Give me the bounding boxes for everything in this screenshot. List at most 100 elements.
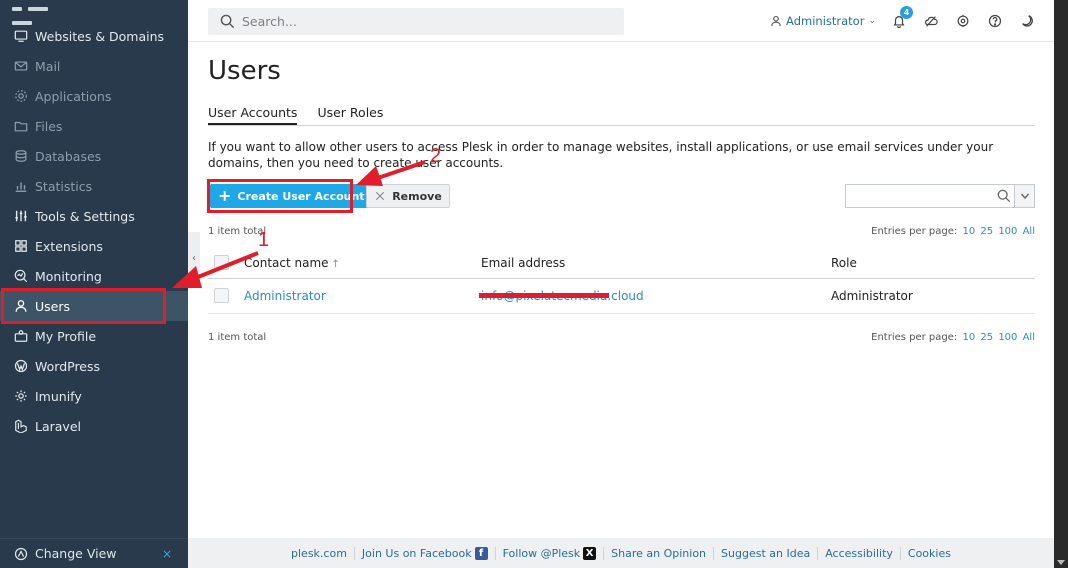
footer-link-label: Accessibility (825, 546, 893, 560)
entries-10-link[interactable]: 10 (962, 332, 975, 343)
profile-icon (14, 329, 28, 343)
footer-link-accessibility[interactable]: Accessibility (817, 546, 900, 560)
change-view-label: Change View (35, 546, 117, 561)
user-menu[interactable]: Administrator ⌄ (770, 14, 876, 28)
shield-gear-icon (14, 389, 28, 403)
annotation-step-1: 1 (258, 229, 270, 251)
sidebar-item-files[interactable]: Files (0, 111, 188, 141)
close-icon[interactable]: × (162, 547, 172, 561)
entries-all-link[interactable]: All (1023, 226, 1035, 237)
sidebar-item-label: My Profile (35, 328, 97, 344)
change-view-button[interactable]: Change View × (0, 538, 188, 568)
footer-link-label: Cookies (907, 546, 951, 560)
sidebar-item-wordpress[interactable]: WordPress (0, 351, 188, 381)
table-row: Administrator info@pixelatecmedia.cloud … (208, 279, 1035, 314)
footer-link-label: plesk.com (291, 546, 347, 560)
sidebar-item-tools-settings[interactable]: Tools & Settings (0, 201, 188, 231)
sidebar-item-imunify[interactable]: Imunify (0, 381, 188, 411)
sidebar-item-websites-domains[interactable]: Websites & Domains (0, 21, 188, 51)
footer-link-cookies[interactable]: Cookies (899, 546, 958, 560)
cloud-icon (924, 16, 938, 27)
column-role[interactable]: Role (831, 256, 857, 270)
remove-button[interactable]: Remove (366, 184, 450, 208)
sidebar-item-label: Statistics (35, 178, 93, 194)
annotation-step-2: 2 (430, 145, 442, 167)
search-options-dropdown[interactable] (1014, 185, 1034, 207)
user-name: Administrator (786, 14, 865, 28)
help-button[interactable] (986, 12, 1004, 30)
column-label: Contact name (244, 256, 329, 270)
footer-link-facebook[interactable]: Join Us on Facebook f (353, 546, 495, 560)
sidebar-item-databases[interactable]: Databases (0, 141, 188, 171)
sidebar-item-label: Mail (35, 58, 61, 74)
footer-link-label: Follow @Plesk (502, 546, 581, 560)
column-contact-name[interactable]: Contact name ↑ (244, 256, 340, 270)
entries-100-link[interactable]: 100 (998, 226, 1017, 237)
footer: plesk.com Join Us on Facebook f Follow @P… (188, 538, 1054, 568)
sidebar-item-my-profile[interactable]: My Profile (0, 321, 188, 351)
email-cell: info@pixelatecmedia.cloud (479, 289, 644, 303)
sidebar: Websites & Domains Mail Applications Fil… (0, 0, 188, 568)
extensions-button[interactable] (954, 12, 972, 30)
mail-icon (14, 59, 28, 73)
list-search-field[interactable] (845, 184, 1035, 208)
user-icon (771, 15, 781, 26)
column-email-address[interactable]: Email address (481, 256, 565, 270)
sidebar-item-laravel[interactable]: Laravel (0, 411, 188, 441)
entries-label: Entries per page: (871, 226, 958, 237)
footer-link-idea[interactable]: Suggest an Idea (713, 546, 817, 560)
scrollbar[interactable] (1054, 0, 1068, 568)
notifications-button[interactable]: 4 (890, 6, 913, 30)
chevron-down-icon: ⌄ (868, 16, 876, 26)
table-header: Contact name ↑ Email address Role (208, 246, 1035, 279)
footer-link-label: Share an Opinion (611, 546, 707, 560)
entries-10-link[interactable]: 10 (962, 226, 975, 237)
footer-link-label: Suggest an Idea (721, 546, 811, 560)
footer-link-plesk[interactable]: plesk.com (284, 547, 354, 560)
entries-100-link[interactable]: 100 (998, 332, 1017, 343)
sidebar-item-label: WordPress (35, 358, 101, 374)
cloud-button[interactable] (922, 12, 940, 30)
remove-label: Remove (392, 189, 442, 203)
entries-25-link[interactable]: 25 (980, 332, 993, 343)
entries-25-link[interactable]: 25 (980, 226, 993, 237)
search-placeholder: Search... (242, 14, 297, 29)
search-icon[interactable] (994, 185, 1014, 207)
scroll-down-icon[interactable] (1057, 560, 1065, 565)
tab-user-roles[interactable]: User Roles (317, 105, 383, 125)
sidebar-item-label: Databases (35, 148, 102, 164)
plesk-logo[interactable] (12, 0, 72, 25)
search-input[interactable]: Search... (208, 8, 624, 35)
sidebar-item-statistics[interactable]: Statistics (0, 171, 188, 201)
bar-chart-icon (14, 179, 28, 193)
page-title: Users (208, 56, 281, 86)
select-all-checkbox[interactable] (214, 255, 229, 270)
entries-per-page: Entries per page: 10 25 100 All (871, 226, 1035, 237)
sidebar-item-label: Imunify (35, 388, 82, 404)
contact-name-link[interactable]: Administrator (244, 289, 326, 303)
topbar: Search... Administrator ⌄ 4 (188, 0, 1054, 42)
sort-asc-icon: ↑ (331, 259, 340, 270)
sidebar-nav: Websites & Domains Mail Applications Fil… (0, 21, 188, 441)
sidebar-item-label: Extensions (35, 238, 103, 254)
list-search-input[interactable] (846, 185, 994, 207)
monitoring-icon (14, 269, 28, 283)
sidebar-item-label: Files (35, 118, 63, 134)
entries-all-link[interactable]: All (1023, 332, 1035, 343)
change-view-icon (14, 547, 28, 561)
sidebar-item-label: Tools & Settings (35, 208, 135, 224)
footer-link-opinion[interactable]: Share an Opinion (603, 546, 713, 560)
tab-user-accounts[interactable]: User Accounts (208, 105, 298, 125)
row-checkbox[interactable] (214, 288, 229, 303)
collapse-sidebar-button[interactable]: ‹ (188, 232, 200, 284)
puzzle-icon (957, 14, 969, 28)
sidebar-item-extensions[interactable]: Extensions (0, 231, 188, 261)
sidebar-item-mail[interactable]: Mail (0, 51, 188, 81)
main-content: Users User Accounts User Roles If you wa… (208, 42, 1036, 538)
sliders-icon (14, 209, 28, 223)
folder-icon (14, 119, 28, 133)
sidebar-item-applications[interactable]: Applications (0, 81, 188, 111)
sidebar-item-monitoring[interactable]: Monitoring (0, 261, 188, 291)
theme-toggle-button[interactable] (1018, 12, 1036, 30)
footer-link-x[interactable]: Follow @Plesk X (494, 546, 604, 560)
